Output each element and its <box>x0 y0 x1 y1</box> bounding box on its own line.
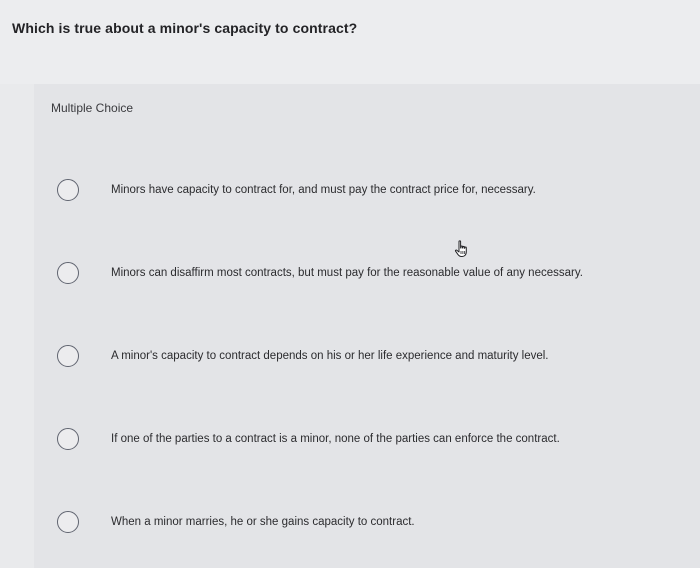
answer-option-label: If one of the parties to a contract is a… <box>111 433 560 445</box>
answer-option-label: Minors can disaffirm most contracts, but… <box>111 267 583 279</box>
answer-option-label: Minors have capacity to contract for, an… <box>111 184 536 196</box>
answer-option-4[interactable]: If one of the parties to a contract is a… <box>34 409 700 469</box>
choice-type-label: Multiple Choice <box>51 101 134 115</box>
answer-option-label: A minor's capacity to contract depends o… <box>111 350 549 362</box>
radio-unselected-icon[interactable] <box>57 179 79 201</box>
answer-option-1[interactable]: Minors have capacity to contract for, an… <box>34 160 700 220</box>
hand-pointer-cursor-icon <box>452 239 472 259</box>
answer-option-5[interactable]: When a minor marries, he or she gains ca… <box>34 492 700 552</box>
question-text: Which is true about a minor's capacity t… <box>12 20 358 36</box>
radio-unselected-icon[interactable] <box>57 511 79 533</box>
answer-option-2[interactable]: Minors can disaffirm most contracts, but… <box>34 243 700 303</box>
answer-option-3[interactable]: A minor's capacity to contract depends o… <box>34 326 700 386</box>
radio-unselected-icon[interactable] <box>57 262 79 284</box>
radio-unselected-icon[interactable] <box>57 345 79 367</box>
question-header: Which is true about a minor's capacity t… <box>0 0 700 84</box>
answer-option-label: When a minor marries, he or she gains ca… <box>111 516 415 528</box>
radio-unselected-icon[interactable] <box>57 428 79 450</box>
